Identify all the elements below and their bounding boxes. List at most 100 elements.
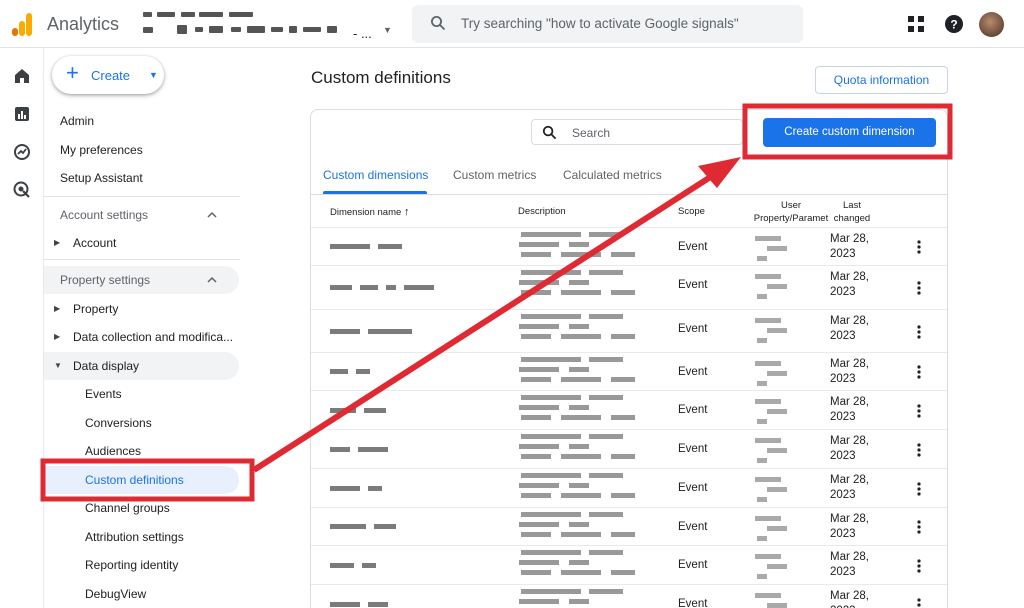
table-row[interactable]: EventMar 28,2023 (311, 584, 947, 608)
more-vert-icon[interactable] (912, 280, 926, 296)
year-text: 2023 (830, 286, 856, 298)
table-row[interactable]: EventMar 28,2023 (311, 265, 947, 309)
date-text: Mar 28, (830, 513, 869, 525)
more-vert-icon[interactable] (912, 519, 926, 535)
tab-custom-dimensions[interactable]: Custom dimensions (323, 168, 428, 182)
plus-icon: + (66, 60, 79, 85)
sidebar-item-my-preferences[interactable]: My preferences (44, 136, 239, 164)
more-vert-icon[interactable] (912, 558, 926, 574)
date-text: Mar 28, (830, 474, 869, 486)
more-vert-icon[interactable] (912, 324, 926, 340)
property-settings-header[interactable]: Property settings (44, 266, 239, 294)
sidebar-item-property[interactable]: ▶ Property (44, 295, 239, 323)
sidebar-item-events[interactable]: Events (44, 380, 239, 408)
table-row[interactable]: EventMar 28,2023 (311, 309, 947, 352)
table-row[interactable]: EventMar 28,2023 (311, 468, 947, 507)
date-text: Mar 28, (830, 590, 869, 602)
create-button-label: Create (91, 68, 131, 83)
sidebar-item-label: Events (85, 387, 122, 401)
table-search-placeholder: Search (572, 126, 611, 140)
create-custom-dimension-button[interactable]: Create custom dimension (763, 118, 936, 147)
column-header-label: Dimension name (330, 207, 402, 218)
nav-rail (0, 48, 44, 608)
tab-calculated-metrics[interactable]: Calculated metrics (563, 168, 662, 182)
year-text: 2023 (830, 566, 856, 578)
search-icon (431, 16, 446, 31)
page-title: Custom definitions (311, 68, 451, 87)
column-header-user-property[interactable]: User Property/Paramet (753, 199, 829, 225)
more-vert-icon[interactable] (912, 597, 926, 608)
column-header-last-changed[interactable]: Last changed (832, 199, 872, 225)
expand-right-icon: ▶ (54, 304, 61, 313)
scope-cell: Event (678, 482, 708, 494)
column-header-label: Last (843, 200, 861, 211)
table-row[interactable]: EventMar 28,2023 (311, 352, 947, 390)
sidebar-item-audiences[interactable]: Audiences (44, 437, 239, 465)
create-button[interactable]: + Create ▼ (52, 56, 164, 94)
scope-cell: Event (678, 241, 708, 253)
date-text: Mar 28, (830, 315, 869, 327)
divider (311, 194, 947, 195)
explore-icon[interactable] (12, 142, 32, 162)
year-text: 2023 (830, 330, 856, 342)
more-vert-icon[interactable] (912, 364, 926, 380)
caret-down-icon: ▼ (383, 25, 392, 35)
more-vert-icon[interactable] (912, 481, 926, 497)
sidebar-item-admin[interactable]: Admin (44, 107, 239, 135)
date-text: Mar 28, (830, 435, 869, 447)
account-selector[interactable]: - ... ▼ (143, 6, 395, 42)
more-vert-icon[interactable] (912, 239, 926, 255)
more-vert-icon[interactable] (912, 403, 926, 419)
scope-cell: Event (678, 279, 708, 291)
sort-arrow-up-icon: ↑ (403, 206, 410, 218)
top-bar: Analytics - ... ▼ Try searching "how to … (0, 0, 1024, 48)
app-title: Analytics (47, 14, 120, 34)
table-row[interactable]: EventMar 28,2023 (311, 227, 947, 265)
user-avatar[interactable] (979, 12, 1004, 37)
sidebar-item-label: Property (73, 302, 119, 316)
table-row[interactable]: EventMar 28,2023 (311, 390, 947, 429)
sidebar-item-custom-definitions[interactable]: Custom definitions (44, 466, 239, 494)
home-icon[interactable] (12, 66, 32, 86)
sidebar-item-conversions[interactable]: Conversions (44, 409, 239, 437)
chevron-up-icon (207, 211, 217, 218)
year-text: 2023 (830, 411, 856, 423)
column-header-dimension-name[interactable]: Dimension name ↑ (330, 206, 409, 218)
sidebar-item-setup-assistant[interactable]: Setup Assistant (44, 164, 239, 192)
sidebar-item-account[interactable]: ▶ Account (44, 229, 239, 257)
last-changed-cell: Mar 28, 2023 (830, 512, 890, 542)
table-row[interactable]: EventMar 28,2023 (311, 507, 947, 545)
sidebar-item-attribution-settings[interactable]: Attribution settings (44, 523, 239, 551)
help-icon[interactable]: ? (944, 14, 964, 34)
sidebar-item-reporting-identity[interactable]: Reporting identity (44, 551, 239, 579)
sidebar-item-data-display[interactable]: ▼ Data display (44, 352, 239, 380)
table-row[interactable]: EventMar 28,2023 (311, 429, 947, 468)
quota-information-button[interactable]: Quota information (815, 66, 948, 94)
chevron-up-icon (207, 276, 217, 283)
date-text: Mar 28, (830, 551, 869, 563)
global-search-bar[interactable]: Try searching "how to activate Google si… (412, 5, 803, 43)
advertising-icon[interactable] (12, 180, 32, 200)
column-header-scope[interactable]: Scope (678, 206, 705, 217)
sidebar-item-data-collection[interactable]: ▶ Data collection and modifica... (44, 323, 239, 351)
sidebar-item-debugview[interactable]: DebugView (44, 580, 239, 608)
column-header-label: User (780, 200, 802, 211)
table-search-input[interactable]: Search (531, 119, 743, 145)
main-content: Custom definitions Quota information Sea… (249, 48, 1024, 608)
analytics-logo-icon (12, 12, 34, 36)
sidebar-item-label: Reporting identity (85, 558, 179, 572)
table-row[interactable]: Event Mar 28, 2023 (311, 545, 947, 584)
sidebar-item-label: Attribution settings (85, 530, 184, 544)
last-changed-cell: Mar 28, 2023 (830, 550, 890, 580)
sidebar-item-channel-groups[interactable]: Channel groups (44, 494, 239, 522)
sidebar-item-label: Data collection and modifica... (73, 330, 234, 344)
more-vert-icon[interactable] (912, 442, 926, 458)
account-settings-header[interactable]: Account settings (44, 201, 239, 229)
reports-icon[interactable] (12, 104, 32, 124)
tab-custom-metrics[interactable]: Custom metrics (453, 168, 536, 182)
apps-grid-icon[interactable] (906, 14, 926, 34)
last-changed-cell: Mar 28, 2023 (830, 395, 890, 425)
search-placeholder: Try searching "how to activate Google si… (461, 16, 739, 31)
scope-cell: Event (678, 559, 708, 571)
column-header-description[interactable]: Description (518, 206, 566, 217)
